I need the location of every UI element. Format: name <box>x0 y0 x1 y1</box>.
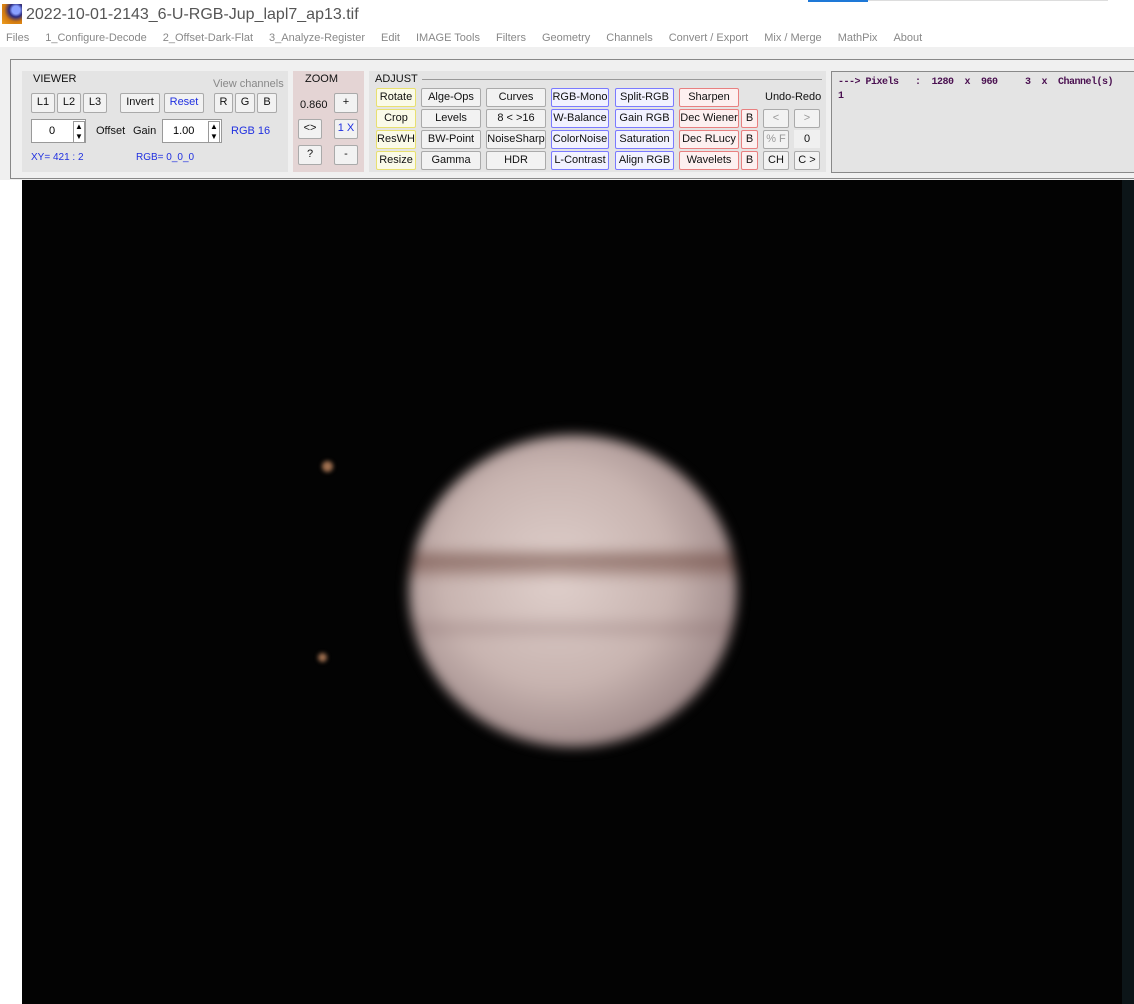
adjust-reswh-button[interactable]: ResWH <box>376 130 416 149</box>
adjust-split-rgb-button[interactable]: Split-RGB <box>615 88 674 107</box>
adjust-divider <box>422 79 822 80</box>
menu-item[interactable]: Files <box>6 32 29 44</box>
menu-item[interactable]: 2_Offset-Dark-Flat <box>163 32 253 44</box>
adjust-crop-button[interactable]: Crop <box>376 109 416 128</box>
menu-item[interactable]: About <box>893 32 922 44</box>
b-option-button[interactable]: B <box>741 151 758 170</box>
zoom-out-button[interactable]: - <box>334 145 358 165</box>
adjust-w-balance-button[interactable]: W-Balance <box>551 109 609 128</box>
jupiter-image <box>409 435 737 747</box>
adjust-wavelets-button[interactable]: Wavelets <box>679 151 739 170</box>
adjust-saturation-button[interactable]: Saturation <box>615 130 674 149</box>
offset-value: 0 <box>49 125 56 137</box>
adjust-bw-point-button[interactable]: BW-Point <box>421 130 481 149</box>
gain-value: 1.00 <box>173 125 195 137</box>
spin-arrows-icon[interactable]: ▲ ▼ <box>208 121 220 143</box>
view-g-button[interactable]: G <box>235 93 255 113</box>
undo-button[interactable]: < <box>763 109 789 128</box>
adjust-l-contrast-button[interactable]: L-Contrast <box>551 151 609 170</box>
reset-button[interactable]: Reset <box>164 93 204 113</box>
adjust-align-rgb-button[interactable]: Align RGB <box>615 151 674 170</box>
invert-button[interactable]: Invert <box>120 93 160 113</box>
undo-counter: 0 <box>794 130 820 148</box>
rgb-readout: RGB= 0_0_0 <box>136 152 195 163</box>
ch-button[interactable]: CH <box>763 151 789 170</box>
adjust-rgb-mono-button[interactable]: RGB-Mono <box>551 88 609 107</box>
adjust-curves-button[interactable]: Curves <box>486 88 546 107</box>
b-option-button[interactable]: B <box>741 130 758 149</box>
moon-image <box>318 653 327 662</box>
menu-item[interactable]: IMAGE Tools <box>416 32 480 44</box>
adjust-8-16-button[interactable]: 8 < >16 <box>486 109 546 128</box>
image-info-panel: ---> Pixels : 1280 x 960 3 x Channel(s) … <box>831 71 1134 173</box>
zoom-1x-button[interactable]: 1 X <box>334 119 358 139</box>
adjust-title: ADJUST <box>375 73 418 85</box>
b-option-button[interactable]: B <box>741 109 758 128</box>
menu-item[interactable]: 3_Analyze-Register <box>269 32 365 44</box>
l3-button[interactable]: L3 <box>83 93 107 113</box>
menu-item[interactable]: 1_Configure-Decode <box>45 32 147 44</box>
adjust-noisesharp-button[interactable]: NoiseSharp <box>486 130 546 149</box>
gain-label: Gain <box>133 125 157 137</box>
spin-arrows-icon[interactable]: ▲ ▼ <box>73 121 85 143</box>
gain-spinner[interactable]: 1.00 ▲ ▼ <box>162 119 222 143</box>
adjust-hdr-button[interactable]: HDR <box>486 151 546 170</box>
menu-item[interactable]: Filters <box>496 32 526 44</box>
adjust-sharpen-button[interactable]: Sharpen <box>679 88 739 107</box>
title-bar-accent <box>808 0 868 2</box>
image-canvas[interactable] <box>22 180 1122 1004</box>
scroll-edge <box>1122 180 1134 1004</box>
adjust-colornoise-button[interactable]: ColorNoise <box>551 130 609 149</box>
view-channels-label: View channels <box>213 78 284 90</box>
offset-label: Offset <box>96 125 126 137</box>
adjust-alge-ops-button[interactable]: Alge-Ops <box>421 88 481 107</box>
menu-item[interactable]: MathPix <box>838 32 878 44</box>
menu-item[interactable]: Geometry <box>542 32 590 44</box>
zoom-value: 0.860 <box>300 99 328 111</box>
adjust-dec-rlucy-button[interactable]: Dec RLucy <box>679 130 739 149</box>
redo-button[interactable]: > <box>794 109 820 128</box>
help-button[interactable]: ? <box>298 145 322 165</box>
adjust-dec-wiener-button[interactable]: Dec Wiener <box>679 109 739 128</box>
zoom-fit-button[interactable]: <> <box>298 119 322 139</box>
menu-bar: Files 1_Configure-Decode 2_Offset-Dark-Fla… <box>6 32 938 44</box>
viewer-title: VIEWER <box>33 73 77 85</box>
l2-button[interactable]: L2 <box>57 93 81 113</box>
view-b-button[interactable]: B <box>257 93 277 113</box>
undo-redo-label: Undo-Redo <box>765 91 822 103</box>
rgb-mode-label: RGB 16 <box>231 125 271 137</box>
app-icon <box>2 4 22 24</box>
zoom-title: ZOOM <box>305 73 338 85</box>
l1-button[interactable]: L1 <box>31 93 55 113</box>
adjust-rotate-button[interactable]: Rotate <box>376 88 416 107</box>
offset-spinner[interactable]: 0 ▲ ▼ <box>31 119 86 143</box>
moon-image <box>322 461 333 472</box>
menu-item[interactable]: Channels <box>606 32 652 44</box>
adjust-resize-button[interactable]: Resize <box>376 151 416 170</box>
adjust-gamma-button[interactable]: Gamma <box>421 151 481 170</box>
xy-readout: XY= 421 : 2 <box>31 152 84 163</box>
percent-f-button[interactable]: % F <box>763 130 789 149</box>
window-title: 2022-10-01-2143_6-U-RGB-Jup_lapl7_ap13.t… <box>26 6 359 23</box>
c-next-button[interactable]: C > <box>794 151 820 170</box>
menu-item[interactable]: Mix / Merge <box>764 32 821 44</box>
view-r-button[interactable]: R <box>214 93 233 113</box>
adjust-levels-button[interactable]: Levels <box>421 109 481 128</box>
menu-item[interactable]: Edit <box>381 32 400 44</box>
adjust-gain-rgb-button[interactable]: Gain RGB <box>615 109 674 128</box>
menu-item[interactable]: Convert / Export <box>669 32 748 44</box>
zoom-in-button[interactable]: + <box>334 93 358 113</box>
